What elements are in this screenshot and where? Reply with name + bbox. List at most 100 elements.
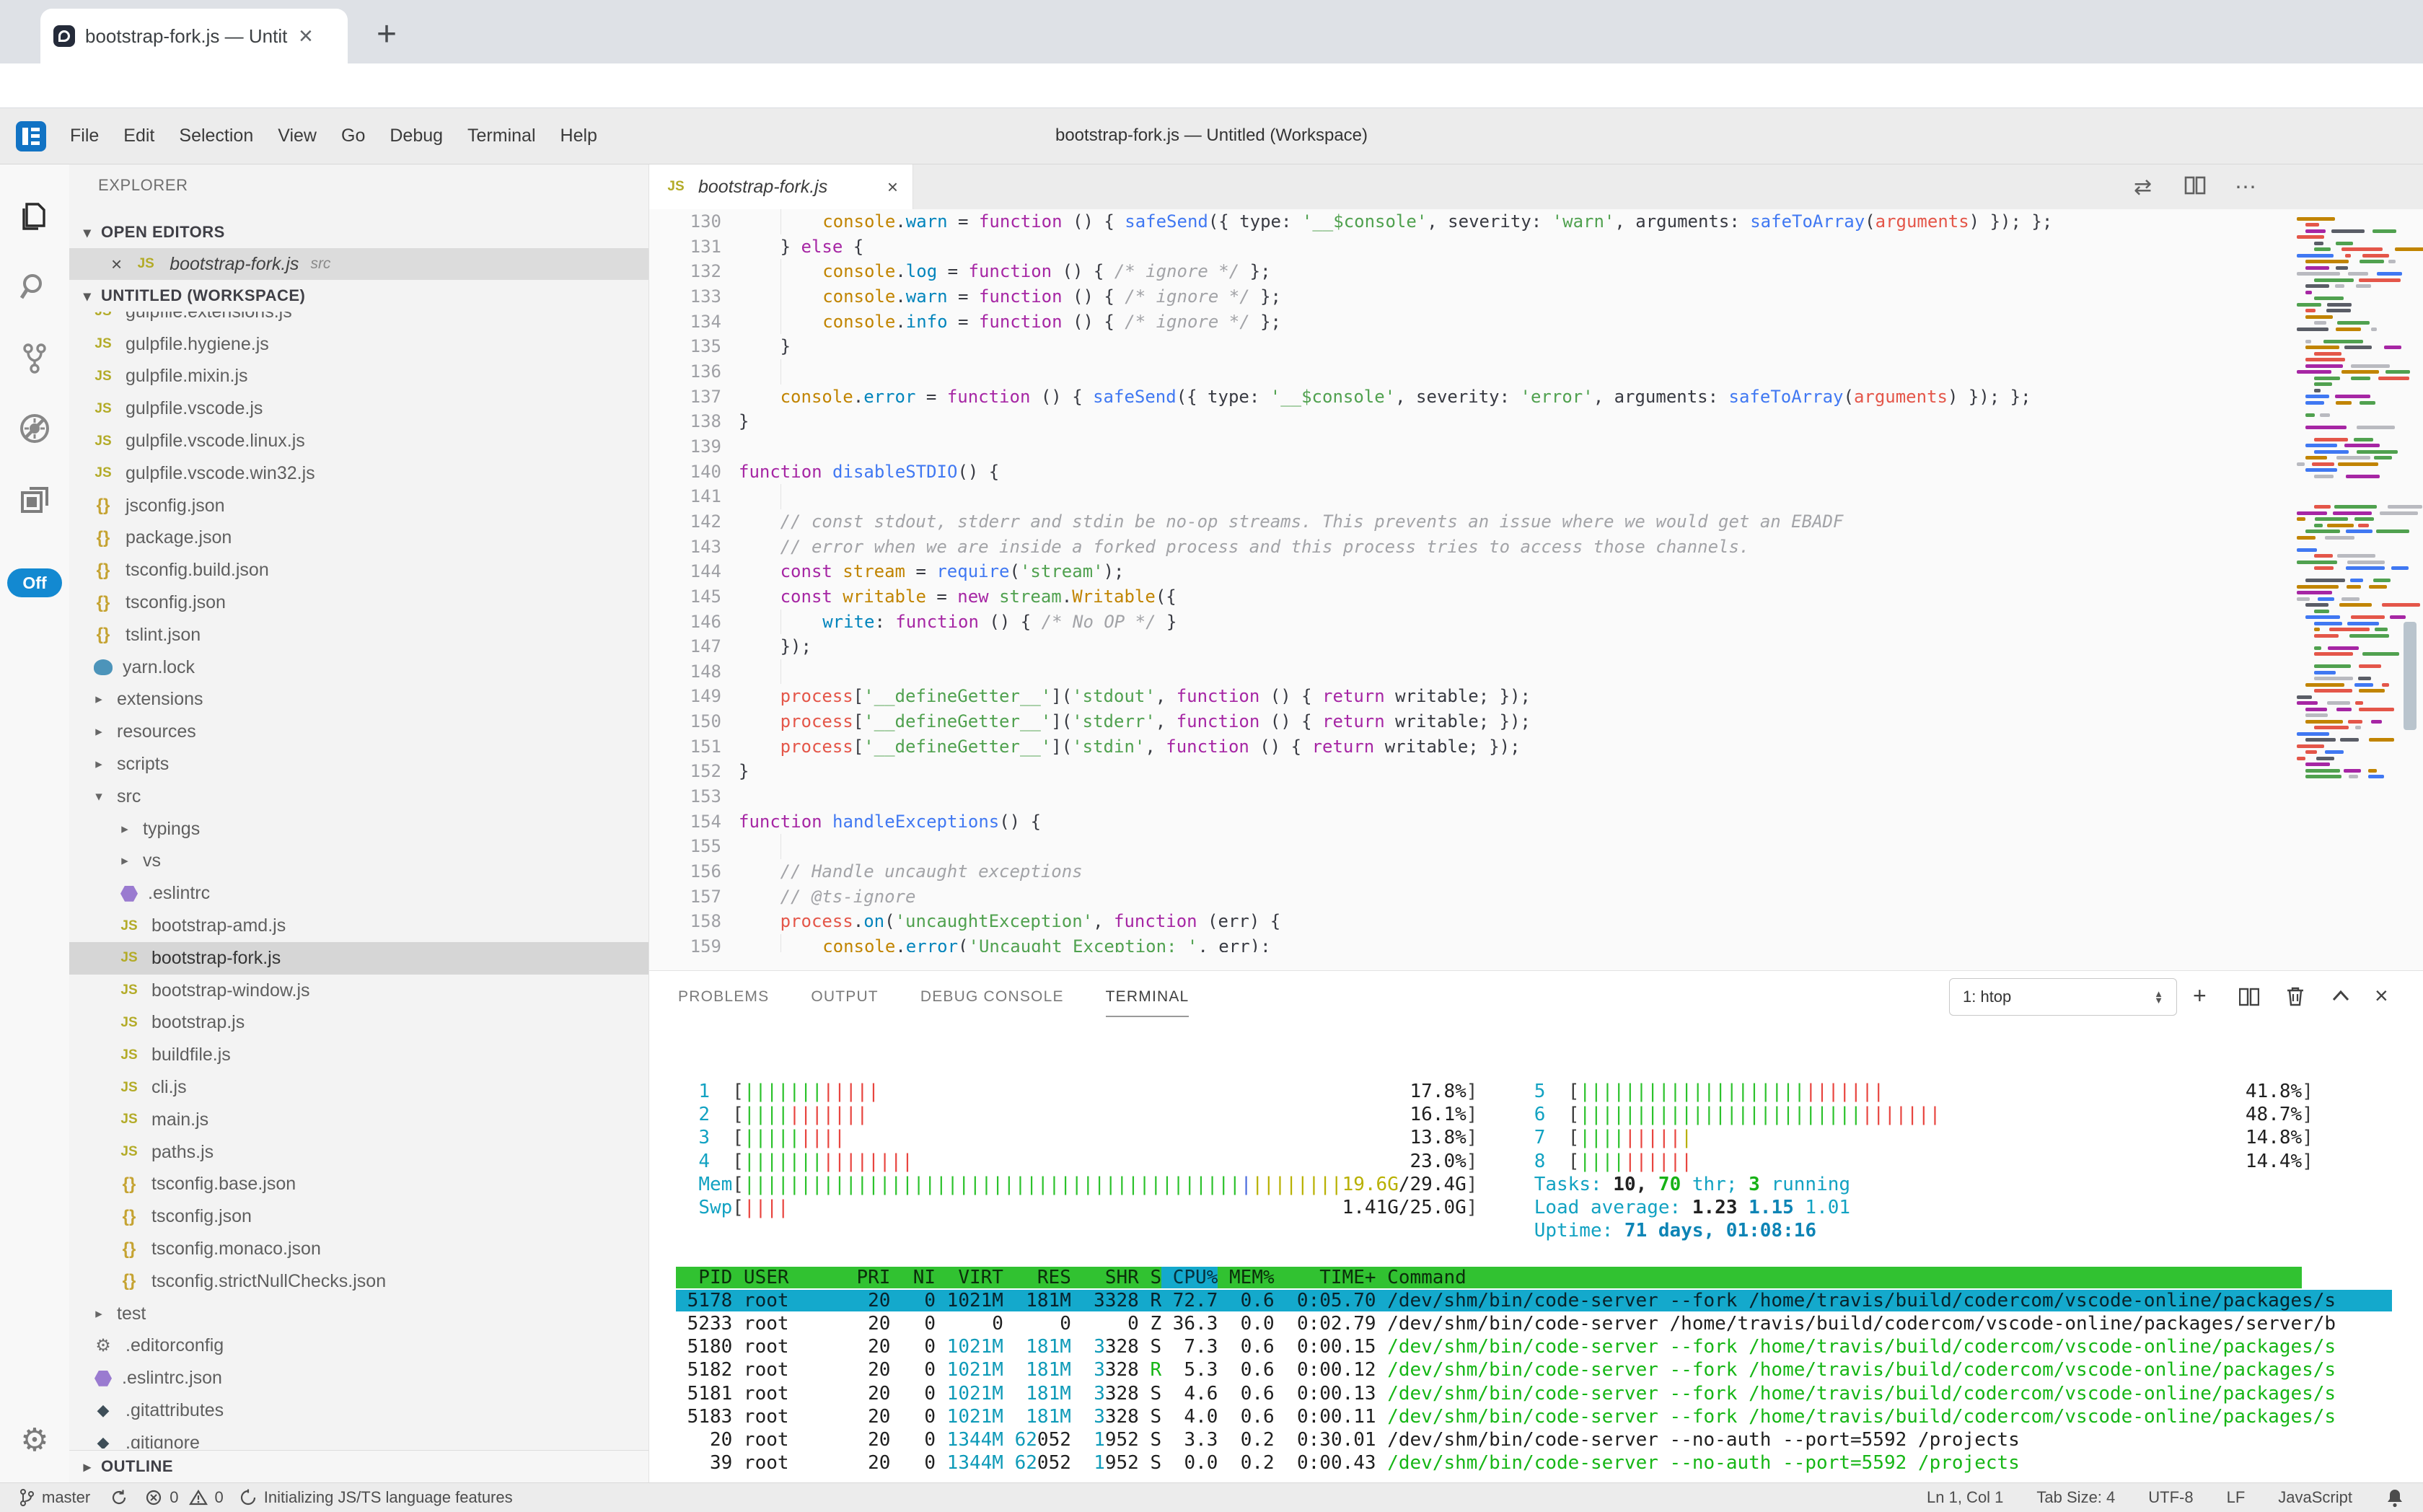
tree-item-jsconfig.json[interactable]: {}jsconfig.json [69,490,648,522]
menu-debug[interactable]: Debug [377,126,455,146]
tree-item-buildfile.js[interactable]: JSbuildfile.js [69,1039,648,1071]
coder-logo-icon[interactable] [16,121,46,151]
menu-selection[interactable]: Selection [167,126,265,146]
tree-item-.eslintrc[interactable]: .eslintrc [69,877,648,910]
panel-tab-output[interactable]: OUTPUT [811,988,879,1017]
tab-close-icon[interactable]: × [299,24,313,48]
tree-item-bootstrap-fork.js[interactable]: JSbootstrap-fork.js [69,942,648,975]
panel-tab-problems[interactable]: PROBLEMS [678,988,769,1017]
outline-header[interactable]: ▸ OUTLINE [69,1450,648,1482]
kill-terminal-icon[interactable] [2285,985,2305,1007]
tree-item-test[interactable]: ▸test [69,1298,648,1330]
open-changes-icon[interactable]: ⇄ [2134,175,2152,200]
live-share-off-badge[interactable]: Off [7,568,62,597]
line-number: 137 [649,384,721,410]
new-terminal-icon[interactable]: + [2193,983,2207,1009]
code-line-135: 135} [649,334,2294,359]
tree-item-yarn.lock[interactable]: yarn.lock [69,651,648,684]
editor-scrollbar[interactable] [2404,622,2417,730]
tree-item-typings[interactable]: ▸typings [69,813,648,845]
tree-item-vs[interactable]: ▸vs [69,845,648,878]
tree-item-tslint.json[interactable]: {}tslint.json [69,619,648,651]
more-actions-icon[interactable]: ⋯ [2235,175,2256,200]
tree-item-tsconfig.strictNullChecks.json[interactable]: {}tsconfig.strictNullChecks.json [69,1265,648,1298]
tab-close-icon[interactable]: × [887,177,898,196]
open-editors-header[interactable]: ▾ OPEN EDITORS [69,216,648,248]
tab-size[interactable]: Tab Size: 4 [2036,1488,2115,1507]
menu-edit[interactable]: Edit [111,126,167,146]
settings-gear-icon[interactable]: ⚙ [0,1405,69,1474]
maximize-panel-icon[interactable] [2330,985,2352,1007]
tree-item-.gitignore[interactable]: ◆.gitignore [69,1427,648,1449]
split-terminal-icon[interactable] [2239,987,2259,1007]
tree-item-bootstrap-window.js[interactable]: JSbootstrap-window.js [69,975,648,1007]
js-file-icon: JS [117,1112,141,1128]
menu-help[interactable]: Help [548,126,610,146]
tree-item-.editorconfig[interactable]: ⚙.editorconfig [69,1330,648,1363]
menu-terminal[interactable]: Terminal [455,126,548,146]
tree-item-main.js[interactable]: JSmain.js [69,1104,648,1136]
tree-item-tsconfig.json[interactable]: {}tsconfig.json [69,1200,648,1233]
tree-item-extensions[interactable]: ▸extensions [69,684,648,716]
editor-tab[interactable]: JS bootstrap-fork.js × [649,164,913,209]
minimap[interactable] [2294,211,2415,788]
bell-icon[interactable] [2385,1487,2404,1508]
new-tab-button[interactable]: + [377,14,397,54]
debug-disabled-icon[interactable] [0,394,69,463]
terminal-output[interactable]: 1 [|||||||||||| 17.8%] 5 [||||||||||||||… [676,1080,2392,1482]
tree-item-gulpfile.vscode.linux.js[interactable]: JSgulpfile.vscode.linux.js [69,425,648,457]
tree-item-package.json[interactable]: {}package.json [69,522,648,555]
menu-file[interactable]: File [58,126,111,146]
explorer-icon[interactable] [0,182,69,251]
encoding[interactable]: UTF-8 [2148,1488,2193,1507]
tree-item-tsconfig.build.json[interactable]: {}tsconfig.build.json [69,554,648,586]
tree-item-tsconfig.json[interactable]: {}tsconfig.json [69,586,648,619]
tree-item-gulpfile.extensions.js[interactable]: JSgulpfile.extensions.js [69,312,648,328]
close-icon[interactable]: × [111,255,122,273]
menu-go[interactable]: Go [329,126,377,146]
search-icon[interactable] [0,252,69,322]
code-line-143: 143// error when we are inside a forked … [649,535,2294,560]
eol[interactable]: LF [2227,1488,2246,1507]
tree-item-bootstrap-amd.js[interactable]: JSbootstrap-amd.js [69,910,648,942]
close-panel-icon[interactable]: × [2375,983,2388,1009]
json-file-icon: {} [117,1271,141,1291]
tree-item-.eslintrc.json[interactable]: .eslintrc.json [69,1362,648,1394]
tree-item-scripts[interactable]: ▸scripts [69,748,648,781]
warnings-item[interactable]: 0 [189,1488,224,1507]
workspace-header[interactable]: ▾ UNTITLED (WORKSPACE) [69,280,648,312]
cursor-position[interactable]: Ln 1, Col 1 [1927,1488,2003,1507]
terminal-selector[interactable]: 1: htop ▲▼ [1949,978,2177,1016]
tree-item-cli.js[interactable]: JScli.js [69,1071,648,1104]
open-editor-item[interactable]: × JS bootstrap-fork.js src [69,248,648,280]
tree-item-gulpfile.vscode.win32.js[interactable]: JSgulpfile.vscode.win32.js [69,457,648,490]
language-mode[interactable]: JavaScript [2278,1488,2352,1507]
panel-tab-debug-console[interactable]: DEBUG CONSOLE [920,988,1064,1017]
chevron-right-icon: ▸ [117,853,133,869]
panel-tab-terminal[interactable]: TERMINAL [1106,988,1189,1017]
language-status-item[interactable]: Initializing JS/TS language features [239,1488,513,1507]
menu-view[interactable]: View [265,126,329,146]
tree-item-resources[interactable]: ▸resources [69,716,648,748]
source-control-icon[interactable] [0,323,69,392]
errors-item[interactable]: 0 [145,1488,178,1507]
code-editor[interactable]: 130console.warn = function () { safeSend… [649,209,2294,952]
js-file-icon: JS [117,983,141,998]
tree-item-gulpfile.vscode.js[interactable]: JSgulpfile.vscode.js [69,392,648,425]
browser-tab[interactable]: bootstrap-fork.js — Untitled (W × [40,9,348,63]
split-editor-icon[interactable] [2184,175,2206,196]
tree-item-bootstrap.js[interactable]: JSbootstrap.js [69,1007,648,1040]
tree-item-.gitattributes[interactable]: ◆.gitattributes [69,1394,648,1427]
sync-icon[interactable] [110,1489,128,1506]
tree-item-paths.js[interactable]: JSpaths.js [69,1136,648,1169]
tree-item-src[interactable]: ▾src [69,781,648,813]
code-line-130: 130console.warn = function () { safeSend… [649,209,2294,234]
tree-item-tsconfig.monaco.json[interactable]: {}tsconfig.monaco.json [69,1233,648,1265]
extensions-icon[interactable] [0,465,69,534]
git-branch-item[interactable]: master [19,1488,90,1507]
tree-item-gulpfile.mixin.js[interactable]: JSgulpfile.mixin.js [69,361,648,393]
tree-item-label: gulpfile.mixin.js [126,366,248,387]
tree-item-tsconfig.base.json[interactable]: {}tsconfig.base.json [69,1169,648,1201]
tree-item-gulpfile.hygiene.js[interactable]: JSgulpfile.hygiene.js [69,328,648,361]
eslint-file-icon [120,886,138,902]
